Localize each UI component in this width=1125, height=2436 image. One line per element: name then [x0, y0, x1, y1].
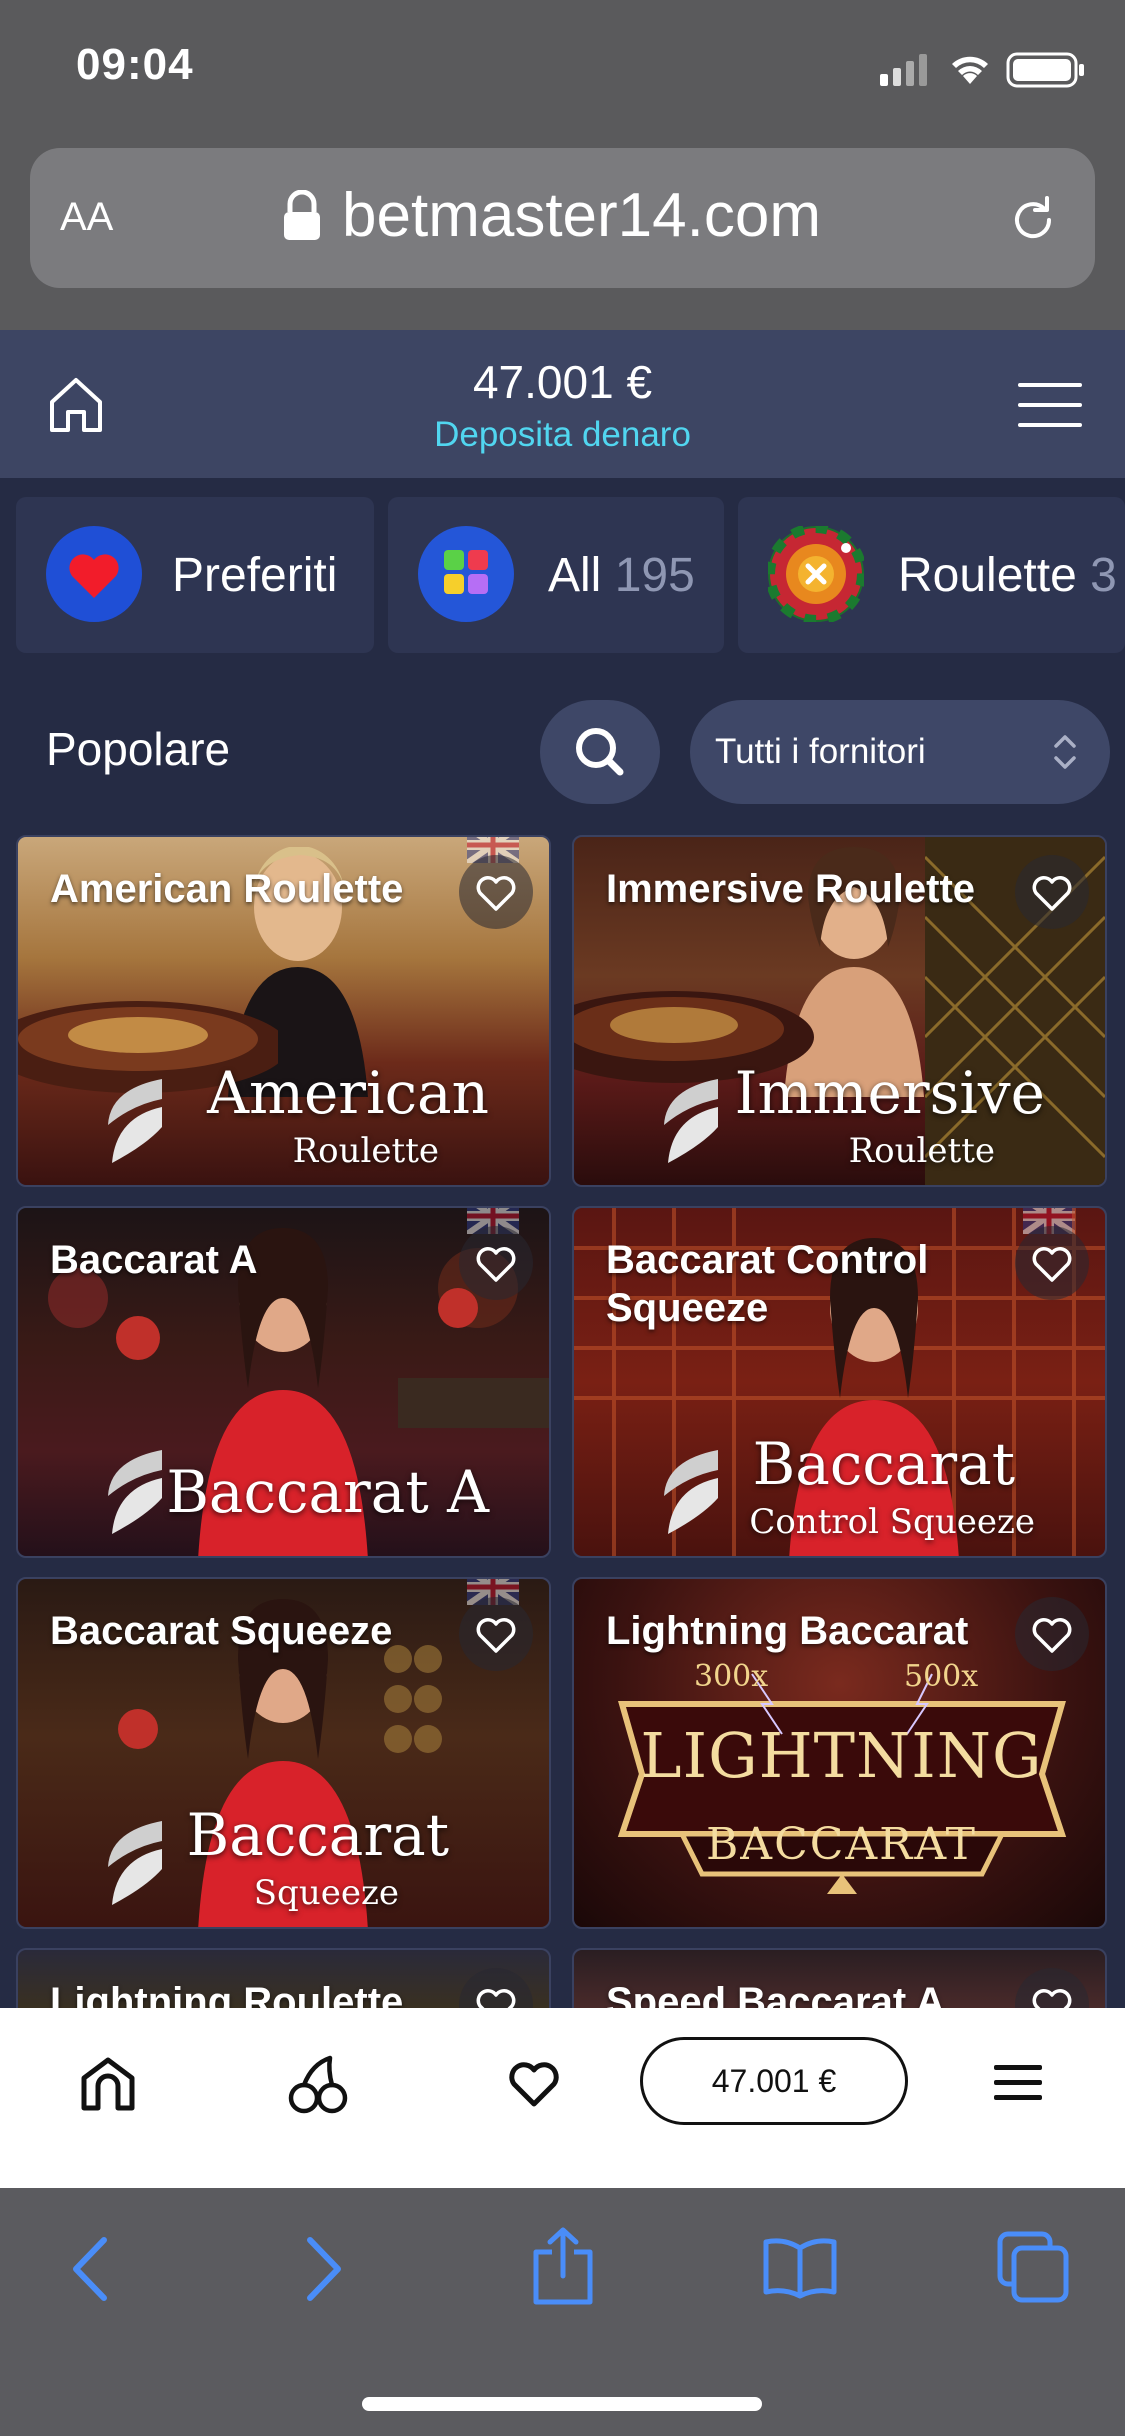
- multiplier-left: 300x: [694, 1659, 769, 1694]
- provider-select-label: Tutti i fornitori: [715, 732, 926, 771]
- heart-icon: [476, 1247, 516, 1282]
- game-title: Speed Baccarat A: [606, 1980, 945, 2010]
- evolution-logo-icon: [664, 1079, 718, 1163]
- signal-icon: [880, 54, 927, 86]
- game-logo-subtext: Squeeze: [253, 1873, 399, 1913]
- favorite-button[interactable]: [1015, 855, 1089, 929]
- game-logo-text: American: [207, 1059, 489, 1127]
- favorites-nav-icon[interactable]: [504, 2054, 564, 2114]
- game-logo-subtext: BACCARAT: [705, 1819, 978, 1870]
- favorite-button[interactable]: [1015, 1226, 1089, 1300]
- status-icons: [880, 52, 1084, 88]
- game-tile-speed-baccarat-a[interactable]: Speed Baccarat A: [572, 1948, 1107, 2010]
- game-title: Baccarat A: [50, 1238, 258, 1282]
- reader-aa-button[interactable]: AA: [60, 195, 113, 240]
- cherries-icon[interactable]: [286, 2052, 350, 2116]
- category-favorites-text: Preferiti: [172, 549, 338, 602]
- evolution-logo-icon: [664, 1450, 718, 1534]
- game-tile-baccarat-squeeze[interactable]: Baccarat Squeeze Baccarat Squeeze: [16, 1577, 551, 1929]
- game-tile-baccarat-control-squeeze[interactable]: Baccarat Control Squeeze Baccarat Contro…: [572, 1206, 1107, 1558]
- heart-icon: [1032, 876, 1072, 911]
- deposit-link[interactable]: Deposita denaro: [0, 415, 1125, 455]
- game-logo-text: Baccarat: [186, 1801, 449, 1869]
- roulette-category-icon: [765, 523, 867, 625]
- category-all-count: 195: [614, 549, 695, 602]
- game-tile-immersive-roulette[interactable]: Immersive Roulette Immersive Roulette: [572, 835, 1107, 1187]
- balance-button[interactable]: 47.001 €: [640, 2037, 908, 2125]
- category-all-label: All 195: [548, 548, 695, 603]
- favorite-button[interactable]: [1015, 1968, 1089, 2010]
- game-title: Immersive Roulette: [606, 867, 976, 911]
- home-indicator[interactable]: [362, 2397, 762, 2411]
- category-roulette-count: 3: [1090, 549, 1117, 602]
- game-logo-subtext: Roulette: [292, 1131, 439, 1171]
- game-tile-lightning-roulette[interactable]: Lightning Roulette: [16, 1948, 551, 2010]
- bookmarks-icon[interactable]: [762, 2236, 838, 2300]
- menu-nav-icon[interactable]: [994, 2063, 1042, 2103]
- multiplier-right: 500x: [904, 1659, 979, 1694]
- battery-icon: [1006, 52, 1084, 88]
- search-icon: [576, 728, 624, 776]
- hamburger-menu-icon[interactable]: [1018, 383, 1082, 427]
- game-logo-text: Immersive: [734, 1059, 1045, 1127]
- heart-icon: [476, 876, 516, 911]
- heart-icon: [476, 1989, 516, 2010]
- game-title: Lightning Roulette: [50, 1980, 404, 2010]
- favorite-button[interactable]: [1015, 1597, 1089, 1671]
- game-tile-american-roulette[interactable]: American Roulette American Roulette: [16, 835, 551, 1187]
- forward-icon[interactable]: [298, 2236, 348, 2302]
- evolution-logo-icon: [108, 1450, 162, 1534]
- favorite-button[interactable]: [459, 1226, 533, 1300]
- reload-icon[interactable]: [1005, 192, 1061, 248]
- game-tile-baccarat-a[interactable]: Baccarat A Baccarat A: [16, 1206, 551, 1558]
- game-logo-subtext: Roulette: [848, 1131, 995, 1171]
- heart-icon: [1032, 1989, 1072, 2010]
- favorite-button[interactable]: [459, 855, 533, 929]
- category-roulette-text: Roulette: [898, 549, 1077, 602]
- game-title: American Roulette: [50, 867, 404, 911]
- section-title: Popolare: [46, 723, 231, 775]
- heart-category-icon: [46, 526, 142, 622]
- lock-icon: [284, 190, 320, 240]
- select-arrows-icon: [1054, 735, 1076, 769]
- game-title: Baccarat Squeeze: [50, 1609, 393, 1653]
- heart-icon: [1032, 1247, 1072, 1282]
- game-tile-lightning-baccarat[interactable]: 300x 500x LIGHTNING BACCARAT Lightning B…: [572, 1577, 1107, 1929]
- search-button[interactable]: [540, 700, 660, 804]
- game-logo-text: Baccarat A: [166, 1458, 489, 1526]
- grid-category-icon: [418, 526, 514, 622]
- aa-label: AA: [60, 195, 114, 239]
- game-logo-subtext: Control Squeeze: [749, 1502, 1035, 1542]
- account-balance: 47.001 €: [472, 356, 653, 408]
- category-roulette-label: Roulette 3: [898, 548, 1117, 603]
- category-favorites-label: Preferiti: [172, 548, 337, 603]
- share-icon[interactable]: [528, 2226, 598, 2306]
- game-title: Lightning Baccarat: [606, 1609, 969, 1653]
- evolution-logo-icon: [108, 1821, 162, 1905]
- game-logo-text: LIGHTNING: [640, 1719, 1043, 1792]
- category-all-text: All: [548, 549, 602, 602]
- game-logo-text: Baccarat: [752, 1430, 1015, 1498]
- wifi-icon: [952, 56, 988, 84]
- favorite-button[interactable]: [459, 1968, 533, 2010]
- home-nav-icon[interactable]: [78, 2054, 138, 2114]
- heart-icon: [1032, 1618, 1072, 1653]
- back-icon[interactable]: [66, 2236, 116, 2302]
- status-time: 09:04: [76, 40, 194, 89]
- heart-icon: [476, 1618, 516, 1653]
- evolution-logo-icon: [108, 1079, 162, 1163]
- url-text[interactable]: betmaster14.com: [342, 180, 821, 251]
- favorite-button[interactable]: [459, 1597, 533, 1671]
- tabs-icon[interactable]: [996, 2230, 1070, 2304]
- game-title: Baccarat Control Squeeze: [606, 1238, 929, 1330]
